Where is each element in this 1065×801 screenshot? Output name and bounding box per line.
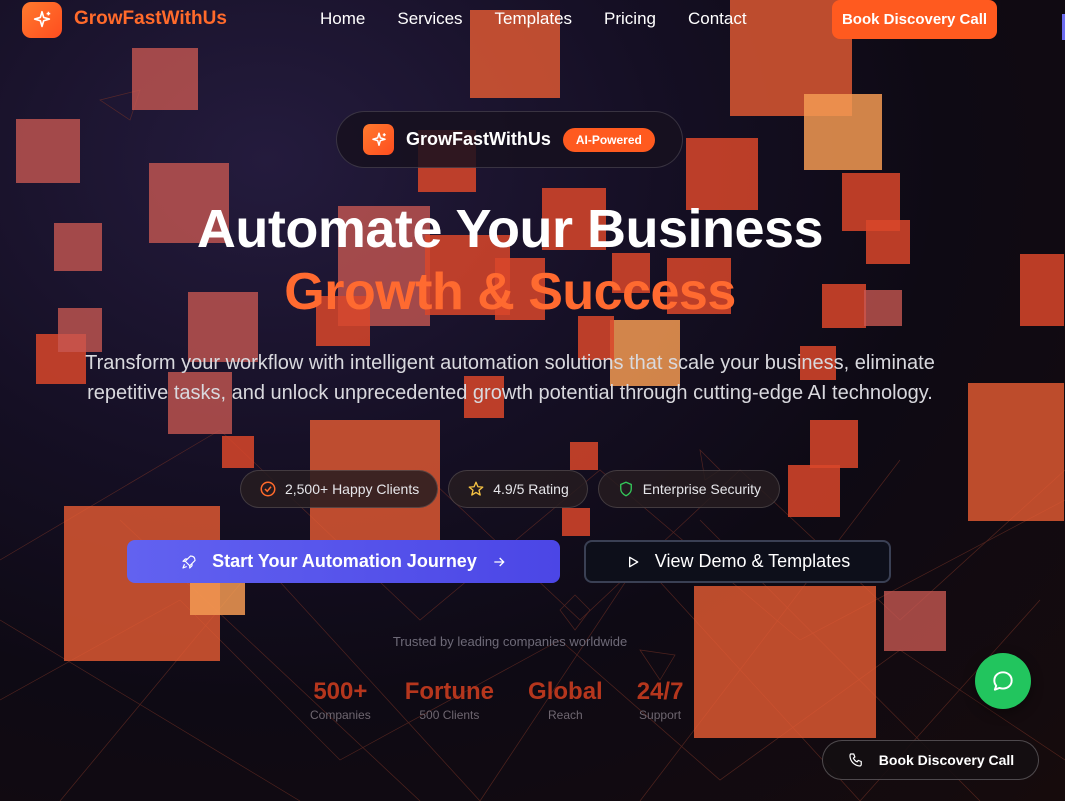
sparkle-icon (363, 124, 394, 155)
chip-enterprise-security: Enterprise Security (597, 470, 781, 508)
star-icon (468, 481, 484, 496)
stat-companies: 500+ Companies (310, 678, 371, 722)
stat-value: 24/7 (636, 678, 684, 705)
rocket-icon (182, 554, 196, 569)
nav-link-contact[interactable]: Contact (688, 9, 747, 29)
chip-label: Enterprise Security (642, 481, 762, 497)
start-automation-button[interactable]: Start Your Automation Journey (127, 540, 560, 583)
nav-link-home[interactable]: Home (320, 9, 365, 29)
chip-happy-clients: 2,500+ Happy Clients (239, 470, 439, 508)
stat-value: Fortune (404, 678, 495, 705)
arrow-right-icon (494, 557, 505, 566)
stat-support: 24/7 Support (637, 678, 684, 722)
stat-label: Companies (310, 708, 371, 722)
phone-icon (849, 753, 862, 767)
nav-links: Home Services Templates Pricing Contact (320, 9, 779, 29)
chip-label: 4.9/5 Rating (493, 481, 569, 497)
brand-pill: GrowFastWithUs AI-Powered (336, 111, 683, 168)
shield-icon (619, 481, 632, 497)
brand-name[interactable]: GrowFastWithUs (74, 8, 227, 30)
check-circle-icon (260, 481, 276, 497)
view-demo-button[interactable]: View Demo & Templates (584, 540, 891, 583)
nav-link-templates[interactable]: Templates (495, 9, 572, 29)
sparkle-icon (33, 10, 51, 28)
stat-value: 500+ (313, 678, 368, 705)
logo[interactable] (22, 2, 62, 38)
trust-stats: 500+ Companies Fortune 500 Clients Globa… (310, 678, 683, 722)
stat-fortune: Fortune 500 Clients (405, 678, 494, 722)
stat-label: 500 Clients (419, 708, 480, 722)
top-navigation: GrowFastWithUs Home Services Templates P… (0, 0, 1065, 39)
stat-label: Support (639, 708, 682, 722)
play-icon (628, 556, 639, 567)
ai-powered-badge: AI-Powered (562, 127, 655, 152)
stat-value: Global (528, 678, 603, 705)
stat-global: Global Reach (528, 678, 603, 722)
chip-label: 2,500+ Happy Clients (284, 481, 420, 497)
primary-button-label: Start Your Automation Journey (212, 551, 477, 571)
book-discovery-call-button[interactable]: Book Discovery Call (832, 0, 997, 39)
chat-bubble-icon (993, 671, 1013, 691)
chip-rating: 4.9/5 Rating (448, 470, 588, 508)
pill-brand-name: GrowFastWithUs (406, 129, 551, 149)
trust-chips: 2,500+ Happy Clients 4.9/5 Rating Enterp… (0, 470, 1020, 508)
hero-subtitle: Transform your workflow with intelligent… (85, 352, 935, 404)
stat-label: Reach (548, 708, 583, 722)
headline-accent: Growth & Success (284, 263, 736, 321)
floating-book-call-label: Book Discovery Call (878, 752, 1015, 768)
chat-button[interactable] (975, 653, 1031, 709)
secondary-button-label: View Demo & Templates (654, 551, 851, 571)
trusted-caption: Trusted by leading companies worldwide (392, 634, 628, 649)
nav-link-pricing[interactable]: Pricing (604, 9, 656, 29)
headline-primary: Automate Your Business (196, 199, 824, 259)
nav-link-services[interactable]: Services (397, 9, 462, 29)
floating-book-call-button[interactable]: Book Discovery Call (822, 740, 1039, 780)
